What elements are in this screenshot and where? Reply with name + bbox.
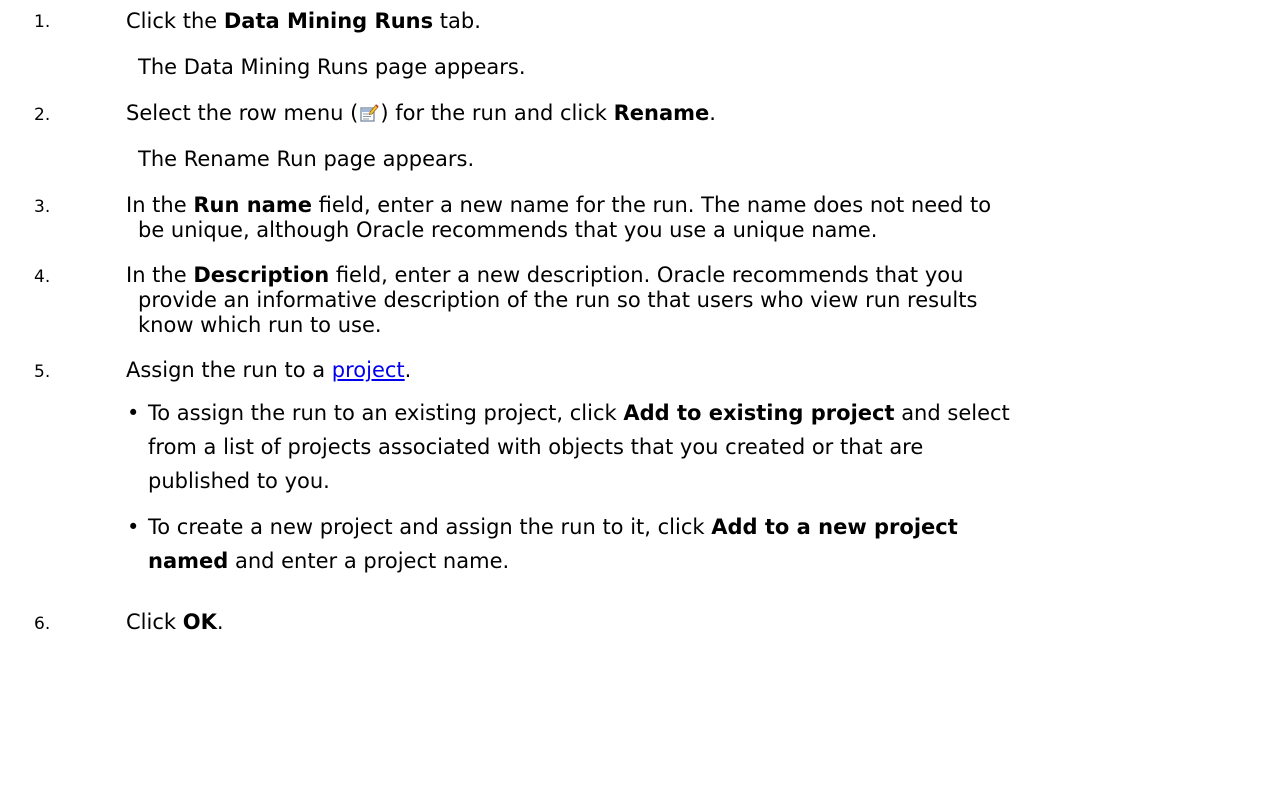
data-mining-runs-tab-label: Data Mining Runs [223,9,434,33]
step-5-instruction: Assign the run to a project. [126,357,411,383]
bullet-1-line-2: from a list of projects associated with … [148,435,924,459]
add-to-new-project-label: Add to a new project [711,515,958,539]
step-2-mid: ) for the run and click [380,101,614,125]
bullet-2-line-2: named and enter a project name. [148,548,509,574]
step-1-pre: Click the [126,9,224,33]
bullet-1-post: and select [894,401,1010,425]
bullet-1-line-3: published to you. [148,469,330,493]
step-4-continuation-1: provide an informative description of th… [138,288,978,312]
row-menu-icon [359,103,379,123]
bullet-marker-1: • [127,401,140,425]
step-number-2: 2. [34,105,51,125]
bullet-2-line-1: To create a new project and assign the r… [148,514,958,540]
step-number-5: 5. [34,362,51,382]
description-field-label: Description [193,263,330,287]
step-4-pre: In the [126,263,194,287]
step-6-instruction: Click OK. [126,609,224,635]
bullet-2-post: and enter a project name. [228,549,510,573]
step-4-instruction: In the Description field, enter a new de… [126,262,963,288]
step-4-continuation-2: know which run to use. [138,313,382,337]
bullet-1-line-1: To assign the run to an existing project… [148,400,1010,426]
step-2-result: The Rename Run page appears. [138,147,475,171]
step-6-post: . [216,610,224,634]
step-3-post: field, enter a new name for the run. The… [311,193,992,217]
step-1-instruction: Click the Data Mining Runs tab. [126,8,481,34]
step-5-post: . [404,358,412,382]
step-4-post: field, enter a new description. Oracle r… [329,263,964,287]
step-2-instruction: Select the row menu ( ) for the run and c… [126,100,716,126]
step-3-pre: In the [126,193,194,217]
step-number-4: 4. [34,267,51,287]
bullet-2-pre: To create a new project and assign the r… [148,515,712,539]
step-number-3: 3. [34,197,51,217]
step-2-pre: Select the row menu ( [126,101,359,125]
step-number-1: 1. [34,12,51,32]
bullet-1-pre: To assign the run to an existing project… [148,401,624,425]
step-3-instruction: In the Run name field, enter a new name … [126,192,991,218]
add-to-existing-project-label: Add to existing project [623,401,895,425]
step-1-result: The Data Mining Runs page appears. [138,55,526,79]
step-6-pre: Click [126,610,183,634]
project-link[interactable]: project [332,358,405,382]
step-3-continuation: be unique, although Oracle recommends th… [138,218,878,242]
rename-label: Rename [613,101,710,125]
named-label: named [148,549,229,573]
step-number-6: 6. [34,614,51,634]
step-2-post: . [709,101,716,125]
run-name-field-label: Run name [193,193,312,217]
step-5-pre: Assign the run to a [126,358,332,382]
bullet-marker-2: • [127,515,140,539]
step-1-post: tab. [433,9,481,33]
ok-label: OK [182,610,217,634]
